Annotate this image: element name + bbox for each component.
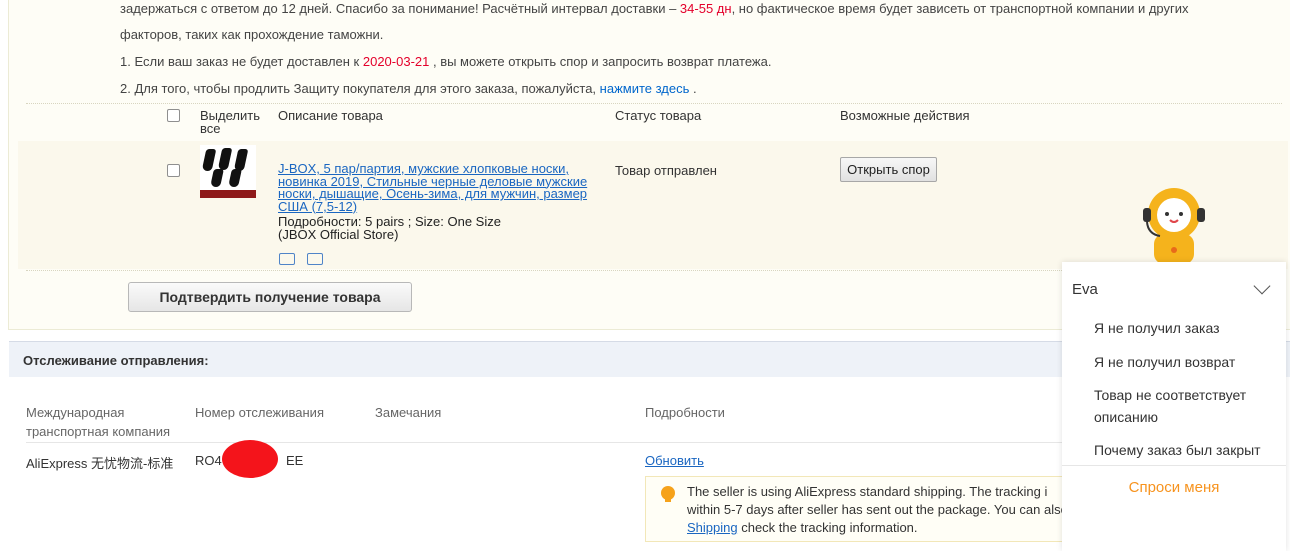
chat-option[interactable]: Я не получил возврат <box>1094 351 1274 373</box>
lightbulb-icon <box>661 486 675 502</box>
notice-text: , вы можете открыть спор и запросить воз… <box>429 54 772 69</box>
redaction-mark <box>222 440 278 478</box>
notice-text: факторов, таких как прохождение таможни. <box>120 27 384 42</box>
delivery-interval: 34-55 дн <box>679 1 732 16</box>
open-dispute-button[interactable]: Открыть спор <box>840 157 937 182</box>
col-carrier: Международная транспортная компания <box>26 405 171 439</box>
refresh-link[interactable]: Обновить <box>645 453 704 468</box>
tracking-number-end: EE <box>286 453 304 468</box>
notice-line-3: 1. Если ваш заказ не будет доставлен к 2… <box>120 53 771 71</box>
tracking-number-start: RO4 <box>195 453 222 468</box>
tracking-title: Отслеживание отправления: <box>23 353 209 368</box>
product-thumbnail[interactable] <box>200 145 256 198</box>
chevron-down-icon[interactable] <box>1253 277 1271 295</box>
chat-option[interactable]: Почему заказ был закрыт <box>1094 439 1274 461</box>
extend-protection-link[interactable]: нажмите здесь <box>600 81 690 96</box>
assistant-mascot-icon[interactable] <box>1138 184 1210 264</box>
chat-option[interactable]: Товар не соответствует описанию <box>1094 384 1274 428</box>
col-description: Описание товара <box>278 108 383 123</box>
store-name: (JBOX Official Store) <box>278 227 399 242</box>
col-status: Статус товара <box>615 108 702 123</box>
notice-text: 2. Для того, чтобы продлить Защиту покуп… <box>120 81 600 96</box>
items-table-header: Выделить все Описание товара Статус това… <box>18 104 1288 138</box>
divider <box>1062 465 1286 466</box>
protection-date: 2020-03-21 <box>362 54 430 69</box>
item-status: Товар отправлен <box>615 163 717 178</box>
notice-text: , но фактическое время будет зависеть от… <box>731 1 1189 16</box>
product-title-link[interactable]: J-BOX, 5 пар/партия, мужские хлопковые н… <box>278 162 608 213</box>
notice-line-1: задержаться с ответом до 12 дней. Спасиб… <box>120 0 1189 18</box>
order-item-row: J-BOX, 5 пар/партия, мужские хлопковые н… <box>18 141 1288 269</box>
col-tracking-number: Номер отслеживания <box>195 405 324 420</box>
truck-icon[interactable] <box>279 253 295 265</box>
select-all-label: Выделить все <box>200 108 260 136</box>
notice-line-2: факторов, таких как прохождение таможни. <box>120 26 383 44</box>
assistant-name: Eva <box>1072 281 1098 298</box>
carrier-name: AliExpress 无忧物流-标准 <box>26 456 174 471</box>
chat-option[interactable]: Я не получил заказ <box>1094 317 1274 339</box>
col-actions: Возможные действия <box>840 108 970 123</box>
notice-text: задержаться с ответом до 12 дней. Спасиб… <box>120 1 680 16</box>
return-icon[interactable] <box>307 253 323 265</box>
col-details: Подробности <box>645 405 725 420</box>
confirm-receipt-button[interactable]: Подтвердить получение товара <box>128 282 412 312</box>
notice-text: 1. Если ваш заказ не будет доставлен к <box>120 54 363 69</box>
col-remarks: Замечания <box>375 405 442 420</box>
assistant-chat-panel: Eva Я не получил заказ Я не получил возв… <box>1062 262 1286 551</box>
item-checkbox[interactable] <box>167 164 180 177</box>
select-all-checkbox[interactable] <box>167 109 180 122</box>
ask-me-button[interactable]: Спроси меня <box>1062 479 1286 496</box>
notice-line-4: 2. Для того, чтобы продлить Защиту покуп… <box>120 80 697 98</box>
product-details: Подробности: 5 pairs ; Size: One Size (J… <box>278 215 501 241</box>
notice-text: . <box>689 81 697 96</box>
